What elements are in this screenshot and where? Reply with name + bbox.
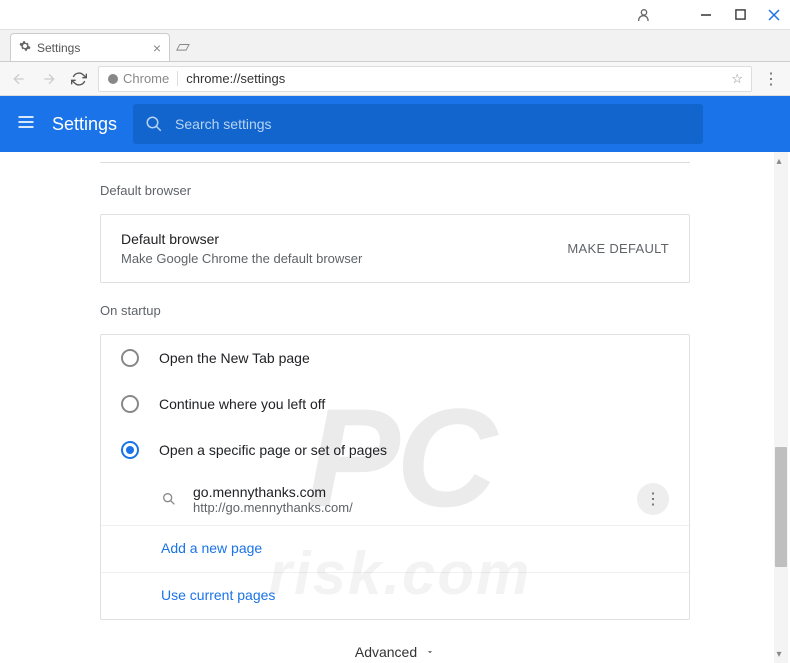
hamburger-menu-icon[interactable] <box>16 112 36 137</box>
startup-page-url: http://go.mennythanks.com/ <box>193 500 637 515</box>
radio-label: Continue where you left off <box>159 396 325 412</box>
advanced-label: Advanced <box>355 644 417 660</box>
settings-content: Default browser Default browser Make Goo… <box>0 152 790 663</box>
scroll-up-icon[interactable]: ▴ <box>774 156 784 166</box>
tab-title: Settings <box>37 41 80 55</box>
divider <box>100 162 690 163</box>
scroll-down-icon[interactable]: ▾ <box>774 649 784 659</box>
browser-menu-button[interactable]: ⋮ <box>760 68 782 90</box>
forward-button[interactable] <box>38 68 60 90</box>
startup-page-entry: go.mennythanks.com http://go.mennythanks… <box>101 473 689 525</box>
gear-icon <box>19 40 31 55</box>
browser-tab-bar: Settings × ▱ <box>0 30 790 62</box>
radio-icon <box>121 349 139 367</box>
window-titlebar <box>0 0 790 30</box>
radio-label: Open a specific page or set of pages <box>159 442 387 458</box>
url-text: chrome://settings <box>186 71 731 86</box>
scrollbar-track[interactable]: ▴ ▾ <box>774 152 788 663</box>
page-title: Settings <box>52 114 117 135</box>
startup-option-new-tab[interactable]: Open the New Tab page <box>101 335 689 381</box>
browser-toolbar: Chrome chrome://settings ☆ ⋮ <box>0 62 790 96</box>
radio-label: Open the New Tab page <box>159 350 310 366</box>
tab-close-button[interactable]: × <box>153 40 161 56</box>
startup-option-specific-pages[interactable]: Open a specific page or set of pages <box>101 427 689 473</box>
window-close-button[interactable] <box>766 7 782 23</box>
search-icon <box>145 115 163 133</box>
startup-option-continue[interactable]: Continue where you left off <box>101 381 689 427</box>
new-tab-button[interactable]: ▱ <box>176 36 190 61</box>
chevron-down-icon <box>425 644 435 660</box>
user-profile-icon[interactable] <box>636 7 652 23</box>
add-new-page-link[interactable]: Add a new page <box>161 540 262 556</box>
use-current-pages-link[interactable]: Use current pages <box>161 587 275 603</box>
url-scheme-label: Chrome <box>107 71 178 86</box>
address-bar[interactable]: Chrome chrome://settings ☆ <box>98 66 752 92</box>
radio-icon <box>121 395 139 413</box>
page-entry-menu-button[interactable]: ⋮ <box>637 483 669 515</box>
back-button[interactable] <box>8 68 30 90</box>
favicon-icon <box>161 491 177 507</box>
section-label-default-browser: Default browser <box>100 183 690 198</box>
search-settings-box[interactable] <box>133 104 703 144</box>
startup-page-name: go.mennythanks.com <box>193 484 637 500</box>
default-browser-title: Default browser <box>121 231 567 247</box>
bookmark-star-icon[interactable]: ☆ <box>731 71 743 87</box>
scrollbar-thumb[interactable] <box>775 447 787 567</box>
reload-button[interactable] <box>68 68 90 90</box>
browser-tab-settings[interactable]: Settings × <box>10 33 170 61</box>
make-default-button[interactable]: MAKE DEFAULT <box>567 241 669 256</box>
advanced-toggle[interactable]: Advanced <box>100 620 690 663</box>
radio-icon <box>121 441 139 459</box>
section-label-on-startup: On startup <box>100 303 690 318</box>
search-settings-input[interactable] <box>175 116 691 132</box>
default-browser-subtitle: Make Google Chrome the default browser <box>121 251 567 266</box>
window-maximize-button[interactable] <box>732 7 748 23</box>
default-browser-card: Default browser Make Google Chrome the d… <box>100 214 690 283</box>
window-minimize-button[interactable] <box>698 7 714 23</box>
settings-header-bar: Settings <box>0 96 790 152</box>
on-startup-card: Open the New Tab page Continue where you… <box>100 334 690 620</box>
